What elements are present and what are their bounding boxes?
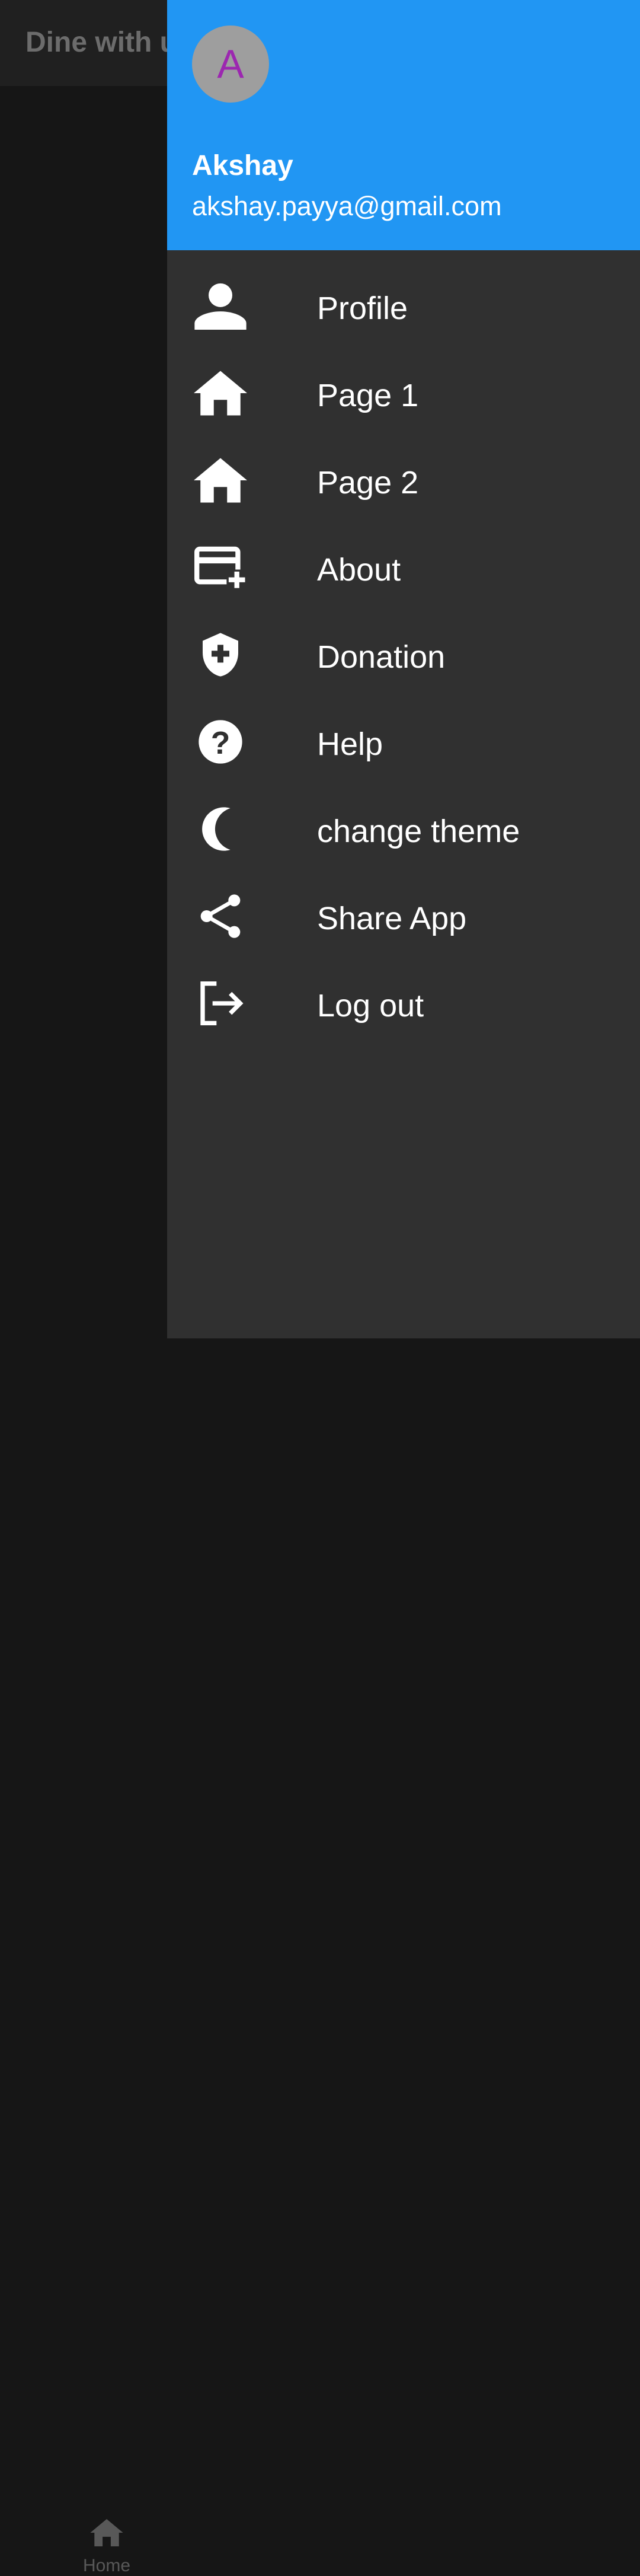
home-icon <box>194 369 247 417</box>
drawer-item-about[interactable]: About <box>167 524 640 611</box>
drawer-item-page-2[interactable]: Page 2 <box>167 437 640 524</box>
drawer-item-label: Log out <box>317 988 424 1024</box>
home-icon <box>194 457 247 504</box>
avatar[interactable]: A <box>192 25 269 103</box>
user-name: Akshay <box>192 150 293 181</box>
drawer-item-share-app[interactable]: Share App <box>167 873 640 960</box>
drawer-item-label: Profile <box>317 291 408 326</box>
drawer-item-label: Share App <box>317 901 467 936</box>
drawer-item-help[interactable]: ? Help <box>167 699 640 786</box>
drawer-item-change-theme[interactable]: change theme <box>167 786 640 873</box>
drawer-header: A Akshay akshay.payya@gmail.com <box>167 0 640 250</box>
add-card-icon <box>194 544 247 591</box>
drawer-item-log-out[interactable]: Log out <box>167 960 640 1047</box>
drawer-item-label: Page 2 <box>317 465 419 500</box>
home-icon <box>90 2519 123 2546</box>
drawer-item-label: Page 1 <box>317 378 419 413</box>
drawer-item-label: About <box>317 552 401 588</box>
svg-text:?: ? <box>211 726 231 761</box>
share-icon <box>194 892 247 940</box>
user-email: akshay.payya@gmail.com <box>192 191 502 221</box>
drawer-item-donation[interactable]: Donation <box>167 611 640 699</box>
drawer-item-profile[interactable]: Profile <box>167 263 640 350</box>
drawer-item-label: Donation <box>317 639 446 675</box>
logout-icon <box>194 980 247 1027</box>
drawer-item-page-1[interactable]: Page 1 <box>167 350 640 437</box>
help-icon: ? <box>194 718 247 766</box>
bottom-nav-home[interactable]: Home <box>0 1251 167 2575</box>
medical-shield-icon <box>194 631 247 678</box>
drawer-item-label: Help <box>317 726 383 762</box>
drawer-item-label: change theme <box>317 814 520 849</box>
moon-icon <box>194 805 247 853</box>
home-label: Home <box>82 2556 131 2575</box>
person-icon <box>194 282 247 330</box>
navigation-drawer: A Akshay akshay.payya@gmail.com Profile … <box>167 0 640 1338</box>
